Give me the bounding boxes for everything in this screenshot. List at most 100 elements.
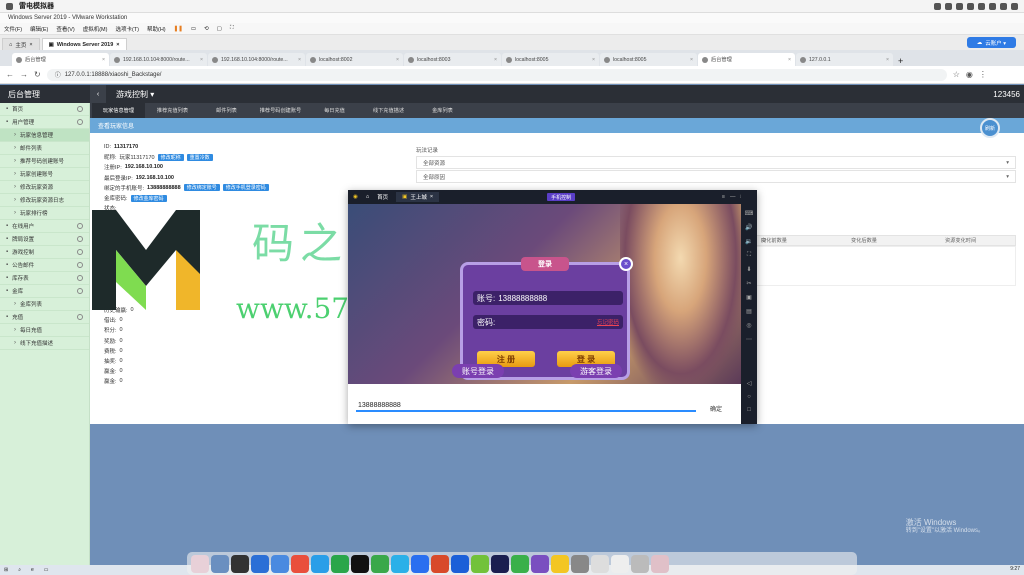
dock-app-icon[interactable]: [291, 554, 309, 573]
status-icon[interactable]: [945, 2, 952, 10]
dock-app-icon[interactable]: [251, 554, 269, 573]
recent-apps-icon[interactable]: □: [747, 407, 751, 413]
close-icon[interactable]: ×: [29, 42, 32, 48]
password-field[interactable]: 密码: 忘记密码: [473, 315, 623, 329]
close-icon[interactable]: ×: [619, 257, 633, 271]
game-control-menu[interactable]: 游戏控制 ▾: [116, 89, 154, 100]
vm-menu-help[interactable]: 帮助(H): [147, 25, 166, 33]
sidebar-item[interactable]: › 每日充值: [0, 324, 89, 337]
browser-tab[interactable]: 192.168.10.104:8000/route... ×: [208, 53, 305, 66]
apple-icon[interactable]: [6, 2, 13, 10]
account-login-button[interactable]: 账号登录: [452, 364, 504, 378]
menu-icon[interactable]: ⋮: [979, 70, 987, 79]
edit-phone-button[interactable]: 修改绑定账号: [183, 184, 220, 192]
sidebar-item[interactable]: › 修改玩家资源: [0, 181, 89, 194]
dock-app-icon[interactable]: [231, 554, 249, 573]
info-icon[interactable]: ⓘ: [55, 70, 61, 79]
dock-app-icon[interactable]: [391, 554, 409, 573]
dock-app-icon[interactable]: [331, 554, 349, 573]
emulator-home-tab[interactable]: 首页: [377, 193, 388, 201]
emulator-game-tab[interactable]: ▣ 王上城 ×: [396, 192, 440, 202]
dock-app-icon[interactable]: [451, 554, 469, 573]
browser-tab[interactable]: localhost:8002 ×: [306, 53, 403, 66]
reload-icon[interactable]: ↻: [34, 70, 41, 79]
sidebar-item[interactable]: ▪ 公告邮件: [0, 259, 89, 272]
close-icon[interactable]: ×: [200, 57, 203, 63]
vm-toolbar-icon[interactable]: ⟲: [204, 26, 209, 32]
status-icon[interactable]: [967, 2, 974, 10]
page-tab[interactable]: 玩家信息管理: [92, 103, 145, 118]
scissors-icon[interactable]: ✂: [746, 280, 751, 287]
dock-app-icon[interactable]: [551, 554, 569, 573]
dock-app-icon[interactable]: [351, 554, 369, 573]
close-icon[interactable]: ×: [592, 57, 595, 63]
edit-vault-button[interactable]: 修改金库密码: [130, 194, 167, 202]
close-icon[interactable]: ×: [396, 57, 399, 63]
status-icon[interactable]: [934, 2, 941, 10]
profile-icon[interactable]: ◉: [966, 70, 973, 79]
reset-button[interactable]: 重置冷数: [186, 153, 213, 161]
vm-toolbar-icon[interactable]: ▢: [217, 26, 222, 32]
location-icon[interactable]: ◎: [746, 322, 751, 329]
close-icon[interactable]: ×: [430, 194, 433, 200]
fullscreen-icon[interactable]: ⛶: [747, 252, 751, 259]
forgot-password-link[interactable]: 忘记密码: [597, 318, 623, 326]
dock-app-icon[interactable]: [371, 554, 389, 573]
sidebar-item[interactable]: › 玩家排行榜: [0, 207, 89, 220]
vm-menu-file[interactable]: 文件(F): [4, 25, 22, 33]
sidebar-item[interactable]: ▪ 游戏控制: [0, 246, 89, 259]
more-icon[interactable]: ⋯: [746, 336, 752, 343]
volume-down-icon[interactable]: 🔉: [745, 238, 752, 245]
dock-app-icon[interactable]: [611, 554, 629, 573]
wifi-icon[interactable]: [1000, 2, 1007, 10]
close-icon[interactable]: ×: [788, 57, 791, 63]
browser-tab[interactable]: 后台管理 ×: [698, 53, 795, 66]
cloud-account-button[interactable]: ☁ 云账户 ▾: [966, 37, 1016, 48]
menu-icon[interactable]: ≡: [722, 194, 725, 200]
page-tab[interactable]: 推荐号码创建账号: [254, 103, 307, 118]
page-tab[interactable]: 推荐充值列表: [146, 103, 199, 118]
sidebar-item[interactable]: ▪ 首页: [0, 103, 89, 116]
control-center-icon[interactable]: [1011, 2, 1018, 10]
edit-phone-password-button[interactable]: 修改手机登录密码: [222, 184, 269, 192]
back-icon[interactable]: ←: [6, 70, 14, 79]
dock-app-icon[interactable]: [651, 554, 669, 573]
edge-icon[interactable]: e: [31, 567, 34, 573]
dock-app-icon[interactable]: [211, 554, 229, 573]
resource-filter-select[interactable]: 全部资源 ▾: [416, 156, 1016, 169]
user-id[interactable]: 123456: [993, 90, 1024, 99]
dock-app-icon[interactable]: [631, 554, 649, 573]
new-tab-icon[interactable]: +: [894, 56, 907, 66]
home-icon[interactable]: ⌂: [366, 194, 369, 200]
page-tab[interactable]: 金库列表: [416, 103, 469, 118]
sidebar-item[interactable]: › 玩家创建账号: [0, 168, 89, 181]
phone-control-button[interactable]: 手机控制: [547, 193, 576, 201]
sidebar-item[interactable]: ▪ 在线用户: [0, 220, 89, 233]
browser-tab[interactable]: 127.0.0.1 ×: [796, 53, 893, 66]
vm-menu-view[interactable]: 查看(V): [56, 25, 74, 33]
sidebar-item[interactable]: ▪ 金库: [0, 285, 89, 298]
dock-app-icon[interactable]: [471, 554, 489, 573]
sidebar-item[interactable]: ▪ 牌局设置: [0, 233, 89, 246]
screenshot-icon[interactable]: ▣: [746, 294, 752, 301]
close-icon[interactable]: ×: [886, 57, 889, 63]
vm-tab-server[interactable]: ▣ Windows Server 2019 ×: [41, 38, 127, 50]
install-icon[interactable]: ⬇: [746, 266, 751, 273]
dock-app-icon[interactable]: [411, 554, 429, 573]
reason-filter-select[interactable]: 全部原因 ▾: [416, 170, 1016, 183]
dock-app-icon[interactable]: [271, 554, 289, 573]
url-input[interactable]: ⓘ 127.0.0.1:18888/xiaoshi_Backstage/: [46, 68, 947, 81]
vm-menu-edit[interactable]: 编辑(E): [30, 25, 48, 33]
status-icon[interactable]: [956, 2, 963, 10]
dock-app-icon[interactable]: [191, 554, 209, 573]
sidebar-item[interactable]: ▪ 库存表: [0, 272, 89, 285]
guest-login-button[interactable]: 游客登录: [570, 364, 622, 378]
sidebar-toggle-button[interactable]: ‹: [90, 85, 106, 103]
browser-tab[interactable]: localhost:8005 ×: [600, 53, 697, 66]
page-tab[interactable]: 每日充值: [308, 103, 361, 118]
close-icon[interactable]: ×: [690, 57, 693, 63]
refresh-button[interactable]: 刷新: [980, 118, 1000, 138]
vm-menu-tab[interactable]: 选项卡(T): [115, 25, 139, 33]
home-icon[interactable]: ○: [747, 394, 751, 400]
status-icon[interactable]: [978, 2, 985, 10]
